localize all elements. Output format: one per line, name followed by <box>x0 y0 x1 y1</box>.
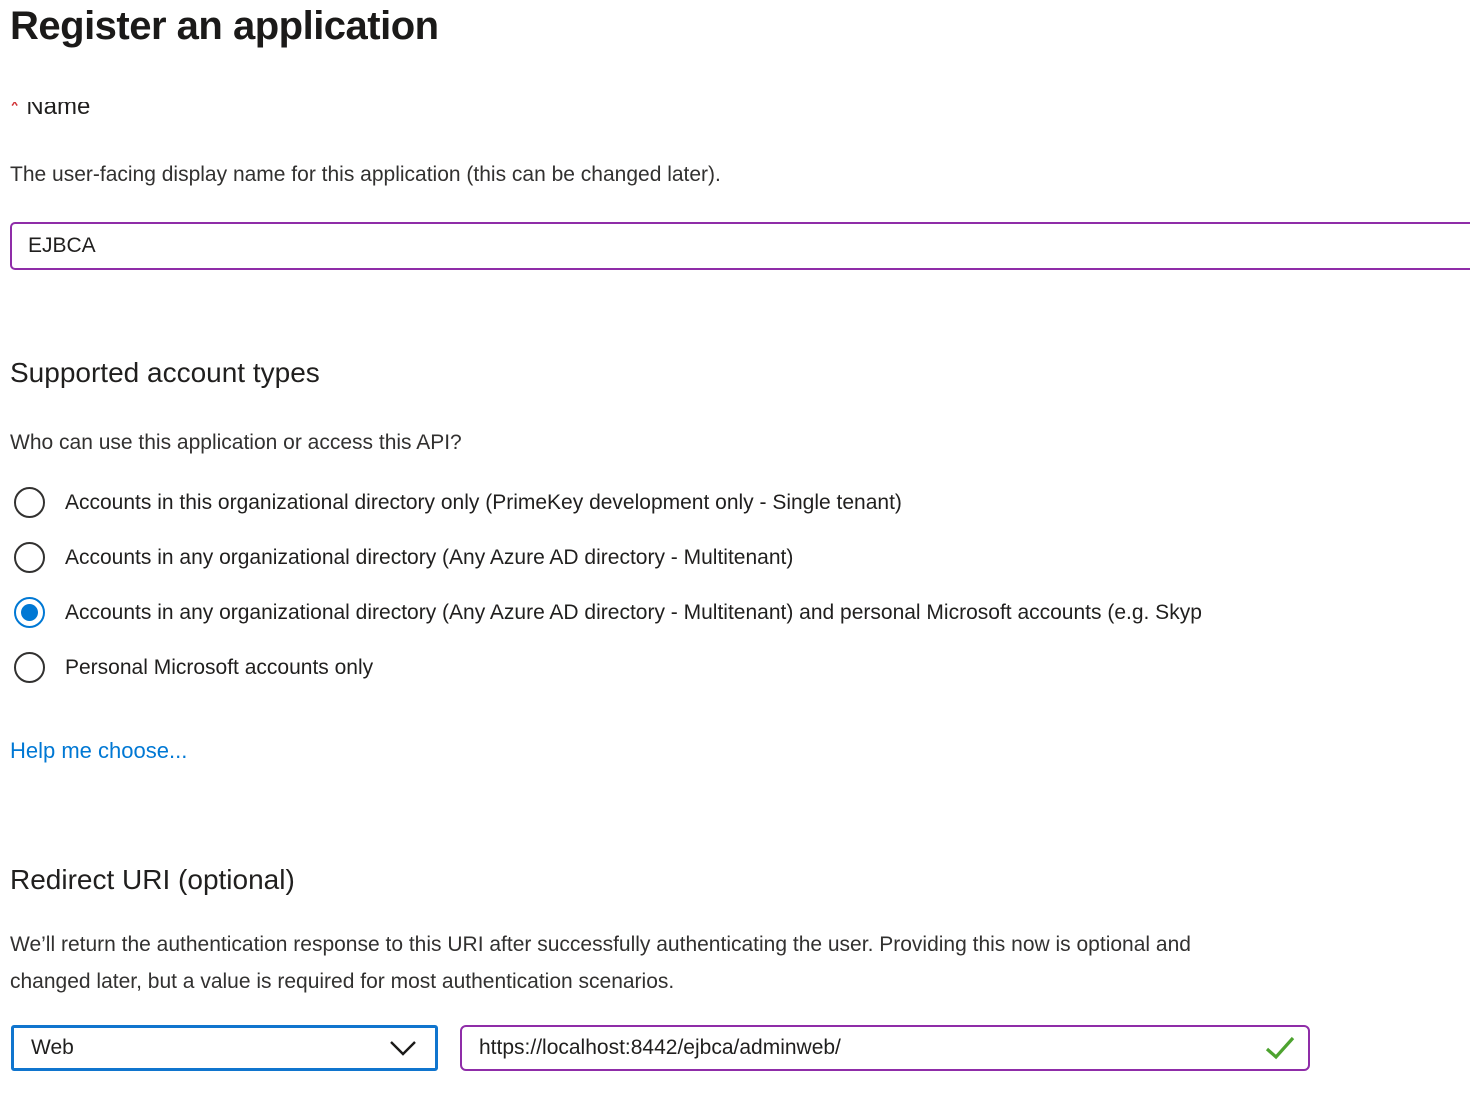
radio-option-label: Accounts in any organizational directory… <box>65 601 1202 625</box>
checkmark-icon <box>1264 1035 1308 1061</box>
radio-option-multitenant-personal[interactable]: Accounts in any organizational directory… <box>10 585 1470 640</box>
redirect-uri-input-container <box>460 1025 1310 1071</box>
required-asterisk: * <box>10 102 19 120</box>
help-me-choose-link[interactable]: Help me choose... <box>10 738 187 764</box>
page-title: Register an application <box>10 4 439 49</box>
radio-button-icon[interactable] <box>14 487 45 518</box>
supported-account-types-heading: Supported account types <box>10 357 320 389</box>
radio-option-label: Accounts in this organizational director… <box>65 491 902 515</box>
chevron-down-icon <box>389 1040 435 1057</box>
radio-option-personal-only[interactable]: Personal Microsoft accounts only <box>10 640 1470 695</box>
radio-option-single-tenant[interactable]: Accounts in this organizational director… <box>10 475 1470 530</box>
radio-button-icon[interactable] <box>14 652 45 683</box>
redirect-uri-input[interactable] <box>462 1027 1264 1069</box>
name-field-label-clipped: * Name <box>10 102 310 130</box>
application-name-input[interactable] <box>10 222 1470 270</box>
name-field-label: Name <box>26 102 90 120</box>
account-type-radio-group: Accounts in this organizational director… <box>10 475 1470 695</box>
radio-button-icon[interactable] <box>14 542 45 573</box>
redirect-uri-description-line2: changed later, but a value is required f… <box>10 963 1191 1000</box>
redirect-uri-description: We’ll return the authentication response… <box>10 926 1191 1000</box>
redirect-uri-description-line1: We’ll return the authentication response… <box>10 926 1191 963</box>
redirect-uri-heading: Redirect URI (optional) <box>10 864 295 896</box>
account-types-question: Who can use this application or access t… <box>10 431 462 455</box>
radio-option-label: Accounts in any organizational directory… <box>65 546 793 570</box>
radio-button-icon[interactable] <box>14 597 45 628</box>
radio-option-multitenant[interactable]: Accounts in any organizational directory… <box>10 530 1470 585</box>
radio-option-label: Personal Microsoft accounts only <box>65 656 373 680</box>
platform-select-value: Web <box>14 1036 389 1060</box>
name-field-description: The user-facing display name for this ap… <box>10 163 721 187</box>
platform-select-dropdown[interactable]: Web <box>11 1025 438 1071</box>
